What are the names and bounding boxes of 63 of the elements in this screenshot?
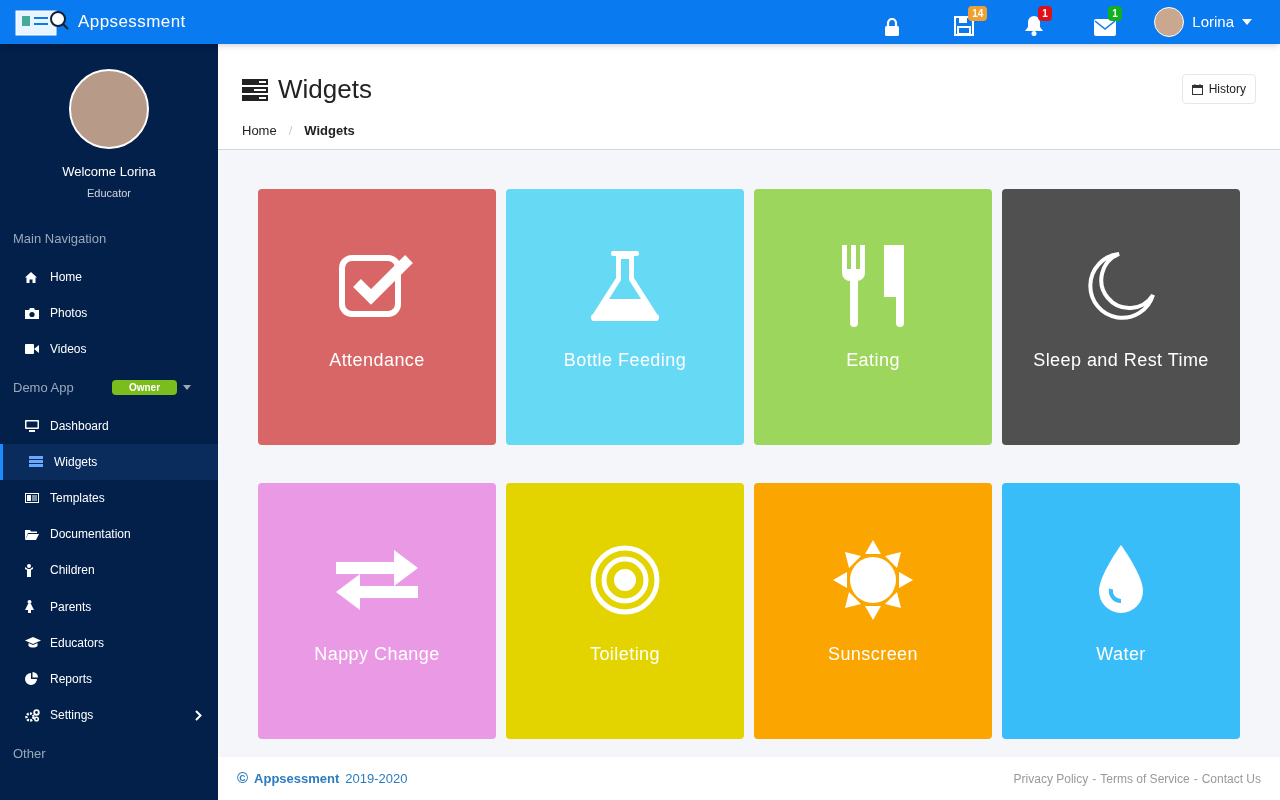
target-icon [590,545,660,615]
nav-item[interactable]: Dashboard [0,407,218,444]
footer-separator: - [1092,770,1097,788]
owner-tag: Owner [112,380,177,396]
video-camera-icon [25,344,39,355]
arrows-left-right-icon [336,550,418,610]
breadcrumb-separator: / [288,122,293,140]
flask-icon [591,251,659,321]
nav-item[interactable]: Reports [0,660,218,698]
nav-item[interactable]: Photos [0,295,218,332]
envelope-icon [1094,19,1117,36]
nav-item[interactable]: Educators [0,624,218,661]
folder-icon [25,528,39,540]
graduation-cap-icon [25,637,41,649]
gears-icon [25,708,40,722]
page-title: Widgets [278,73,372,106]
nav-item[interactable]: Parents [0,588,218,625]
person-icon [25,600,34,614]
caret-icon [1242,19,1252,25]
breadcrumb-link[interactable]: Home [242,121,277,141]
lock-icon [884,18,901,36]
nav-item[interactable]: Videos [0,331,218,368]
widgets-icon [29,456,43,468]
count-badge: 1 [1108,6,1122,21]
breadcrumb-current: Widgets [304,122,355,140]
nav-section-title: Demo App [13,378,75,397]
nav-item[interactable]: Templates [0,479,218,517]
caret-icon[interactable] [183,385,191,391]
nav-item[interactable]: Children [0,552,218,589]
count-badge: 1 [1038,6,1052,21]
avatar-icon [1154,7,1185,37]
water-drop-icon [1097,545,1145,615]
bell-icon [1024,15,1045,36]
sun-icon [833,540,913,620]
pie-chart-icon [25,672,38,686]
child-icon [25,563,33,577]
nav-item[interactable]: Home [0,259,218,296]
crescent-moon-icon [1087,251,1155,321]
history-button[interactable]: History [1181,74,1256,104]
nav-item[interactable]: Settings [0,697,218,734]
bell-button[interactable]: 1 [1024,4,1063,40]
footer-brand-link[interactable]: Appsessment [254,768,340,789]
widget-tile[interactable]: Sleep and Rest Time [1002,189,1240,445]
calendar-icon [1191,83,1203,95]
copyright-symbol: © [237,768,249,789]
brand-name: Appsessment [78,11,186,34]
nav-section-title: Main Navigation [13,230,108,249]
user-role: Educator [87,185,131,201]
nav-section-title: Other [13,744,47,763]
monitor-icon [25,419,39,432]
nav-item[interactable]: Widgets [0,443,218,480]
user-menu[interactable]: Lorina [1154,7,1252,37]
home-icon [25,271,37,283]
newspaper-icon [25,493,39,504]
checkbox-icon [339,253,415,319]
copyright-years: 2019-2020 [345,769,408,788]
widgets-icon [242,78,268,101]
welcome-text: Welcome Lorina [62,163,156,181]
count-badge: 14 [968,6,988,21]
footer-separator: - [1193,770,1198,788]
nav-item[interactable]: Documentation [0,516,218,553]
camera-icon [25,307,39,319]
fork-and-knife-icon [840,245,906,327]
